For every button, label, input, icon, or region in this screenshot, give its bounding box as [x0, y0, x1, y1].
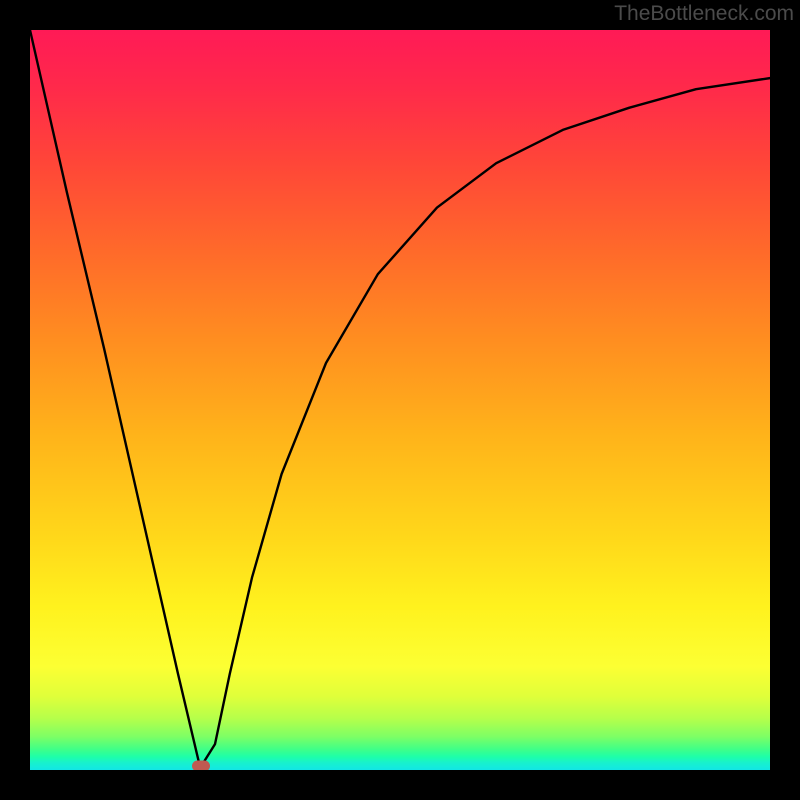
watermark-text: TheBottleneck.com: [614, 2, 794, 26]
bottleneck-curve: [30, 30, 770, 770]
plot-area: [30, 30, 770, 770]
optimal-marker: [192, 761, 210, 771]
chart-frame: TheBottleneck.com: [0, 0, 800, 800]
